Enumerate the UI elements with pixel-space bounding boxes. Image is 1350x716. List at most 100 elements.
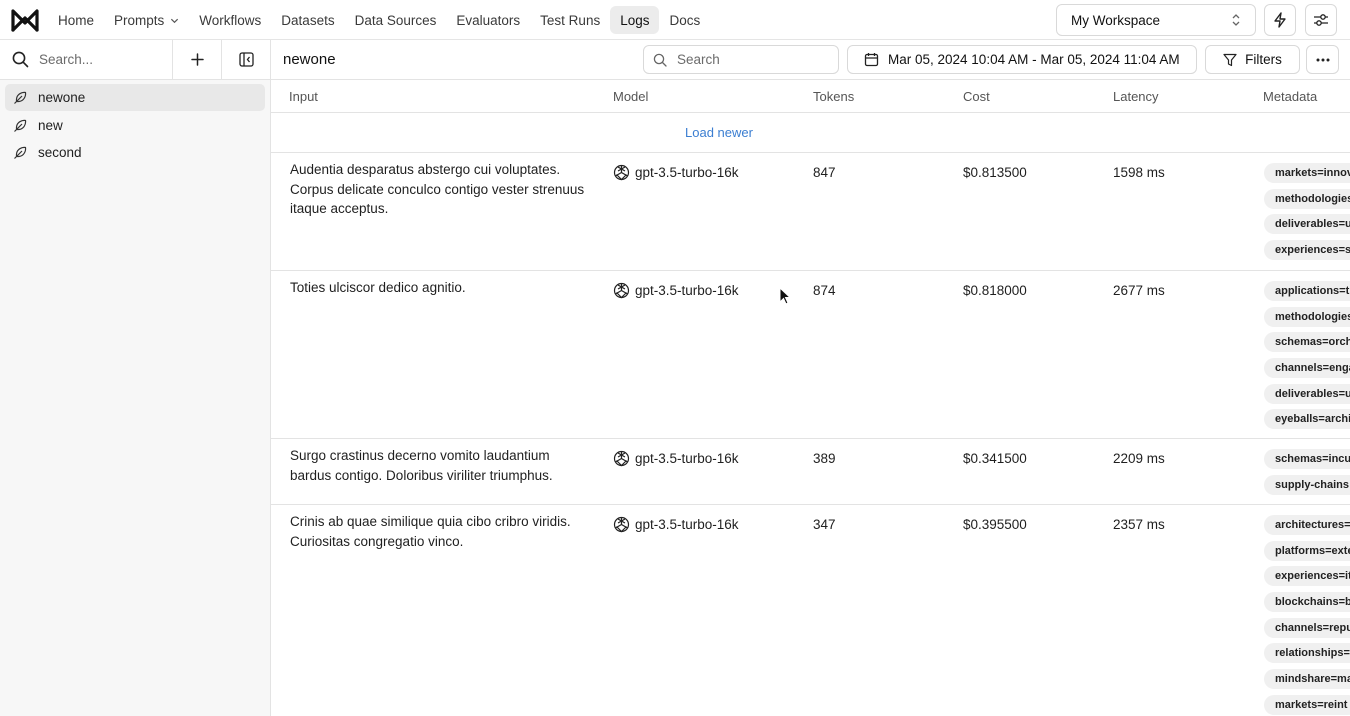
- prompt-list: newone new second: [0, 80, 270, 171]
- calendar-icon: [864, 53, 879, 67]
- row-model-name: gpt-3.5-turbo-16k: [635, 283, 739, 298]
- metadata-chip: supply-chains: [1264, 474, 1350, 495]
- nav-evaluators-label: Evaluators: [456, 12, 521, 28]
- plus-icon: [190, 53, 204, 66]
- chevron-down-icon: [171, 18, 179, 23]
- row-cost: $0.341500: [963, 451, 1027, 466]
- add-prompt-button[interactable]: [173, 40, 222, 79]
- nav-workflows[interactable]: Workflows: [189, 6, 271, 34]
- feather-icon: [14, 146, 27, 159]
- row-tokens: 389: [813, 451, 836, 466]
- column-header-metadata[interactable]: Metadata: [1263, 89, 1317, 104]
- more-options-button[interactable]: [1306, 45, 1339, 74]
- row-tokens: 874: [813, 283, 836, 298]
- nav-test-runs-label: Test Runs: [540, 12, 601, 28]
- sidebar-search-input[interactable]: [39, 52, 159, 67]
- nav-docs[interactable]: Docs: [659, 6, 710, 34]
- sidebar-item-label: newone: [38, 90, 86, 105]
- metadata-chip: experiences=s: [1264, 240, 1350, 261]
- nav-test-runs[interactable]: Test Runs: [530, 6, 610, 34]
- sidebar-item-second[interactable]: second: [5, 139, 265, 166]
- mouse-cursor-icon: [779, 287, 791, 305]
- logs-toolbar: newone Mar 05, 2024 10:04 AM - Mar 05, 2…: [271, 40, 1350, 80]
- sidebar-item-label: second: [38, 145, 82, 160]
- metadata-chip: markets=reint: [1264, 694, 1350, 715]
- table-row[interactable]: Surgo crastinus decerno vomito laudantiu…: [271, 439, 1350, 505]
- metadata-chip: methodologies: [1264, 306, 1350, 327]
- metadata-chip: markets=innov: [1264, 163, 1350, 183]
- nav-prompts[interactable]: Prompts: [104, 6, 189, 34]
- nav-datasets-label: Datasets: [281, 12, 335, 28]
- collapse-sidebar-button[interactable]: [222, 40, 270, 79]
- metadata-chip: channels=repu: [1264, 617, 1350, 638]
- workspace-name: My Workspace: [1071, 12, 1161, 28]
- column-header-latency[interactable]: Latency: [1113, 89, 1159, 104]
- metadata-chip: schemas=incu: [1264, 449, 1350, 469]
- filter-icon: [1223, 53, 1237, 66]
- openai-icon: [613, 451, 630, 467]
- column-header-input[interactable]: Input: [289, 89, 318, 104]
- app-logo-icon[interactable]: [10, 6, 40, 34]
- more-horizontal-icon: [1316, 58, 1329, 61]
- table-header: Input Model Tokens Cost Latency Metadata: [271, 80, 1350, 113]
- metadata-chip: methodologies: [1264, 188, 1350, 209]
- row-latency: 2677 ms: [1113, 283, 1165, 298]
- row-latency: 2209 ms: [1113, 451, 1165, 466]
- nav-logs[interactable]: Logs: [610, 6, 660, 34]
- row-model: gpt-3.5-turbo-16k: [613, 281, 739, 301]
- column-header-model[interactable]: Model: [613, 89, 648, 104]
- metadata-chip: deliverables=u: [1264, 383, 1350, 404]
- row-model-name: gpt-3.5-turbo-16k: [635, 165, 739, 180]
- row-tokens: 847: [813, 165, 836, 180]
- column-header-cost[interactable]: Cost: [963, 89, 990, 104]
- main-nav: Home Prompts Workflows Datasets Data Sou…: [48, 6, 710, 34]
- filters-button[interactable]: Filters: [1205, 45, 1300, 74]
- search-icon: [653, 53, 667, 67]
- metadata-chip: deliverables=u: [1264, 214, 1350, 235]
- settings-button[interactable]: [1305, 4, 1337, 36]
- nav-datasets[interactable]: Datasets: [271, 6, 344, 34]
- column-header-tokens[interactable]: Tokens: [813, 89, 854, 104]
- nav-workflows-label: Workflows: [199, 12, 262, 28]
- sliders-icon: [1314, 14, 1328, 26]
- row-model-name: gpt-3.5-turbo-16k: [635, 517, 739, 532]
- sidebar-item-new[interactable]: new: [5, 112, 265, 139]
- metadata-chip: experiences=it: [1264, 566, 1350, 587]
- nav-home-label: Home: [58, 12, 95, 28]
- logs-search: [643, 45, 839, 74]
- metadata-chip: eyeballs=archi: [1264, 409, 1350, 430]
- row-input: Crinis ab quae similique quia cibo cribr…: [290, 514, 571, 549]
- metadata-chip: architectures=: [1264, 515, 1350, 535]
- openai-icon: [613, 517, 630, 533]
- sidebar: newone new second: [0, 40, 271, 716]
- row-model: gpt-3.5-turbo-16k: [613, 515, 739, 535]
- table-row[interactable]: Crinis ab quae similique quia cibo cribr…: [271, 505, 1350, 716]
- row-latency: 2357 ms: [1113, 517, 1165, 532]
- table-row[interactable]: Toties ulciscor dedico agnitio. gpt-3.5-…: [271, 271, 1350, 439]
- sidebar-toolbar: [0, 40, 270, 80]
- feather-icon: [14, 91, 27, 104]
- nav-docs-label: Docs: [669, 12, 701, 28]
- nav-home[interactable]: Home: [48, 6, 104, 34]
- row-latency: 1598 ms: [1113, 165, 1165, 180]
- filters-label: Filters: [1245, 52, 1282, 67]
- nav-prompts-label: Prompts: [114, 12, 165, 28]
- main-panel: newone Mar 05, 2024 10:04 AM - Mar 05, 2…: [271, 40, 1350, 716]
- nav-data-sources[interactable]: Data Sources: [345, 6, 447, 34]
- row-metadata: schemas=incu supply-chains: [1264, 449, 1350, 500]
- metadata-chip: relationships=: [1264, 643, 1350, 664]
- logs-search-input[interactable]: [677, 52, 827, 67]
- metadata-chip: applications=t: [1264, 281, 1350, 301]
- table-row[interactable]: Audentia desparatus abstergo cui volupta…: [271, 153, 1350, 271]
- nav-evaluators[interactable]: Evaluators: [446, 6, 530, 34]
- openai-icon: [613, 165, 630, 181]
- row-input: Toties ulciscor dedico agnitio.: [290, 280, 466, 295]
- load-newer-link[interactable]: Load newer: [685, 116, 753, 150]
- quick-actions-button[interactable]: [1264, 4, 1296, 36]
- row-metadata: markets=innov methodologies deliverables…: [1264, 163, 1350, 266]
- load-newer-row: Load newer: [271, 113, 1350, 153]
- top-nav-bar: Home Prompts Workflows Datasets Data Sou…: [0, 0, 1350, 40]
- workspace-selector[interactable]: My Workspace: [1056, 4, 1256, 36]
- sidebar-item-newone[interactable]: newone: [5, 84, 265, 111]
- date-range-picker[interactable]: Mar 05, 2024 10:04 AM - Mar 05, 2024 11:…: [847, 45, 1197, 74]
